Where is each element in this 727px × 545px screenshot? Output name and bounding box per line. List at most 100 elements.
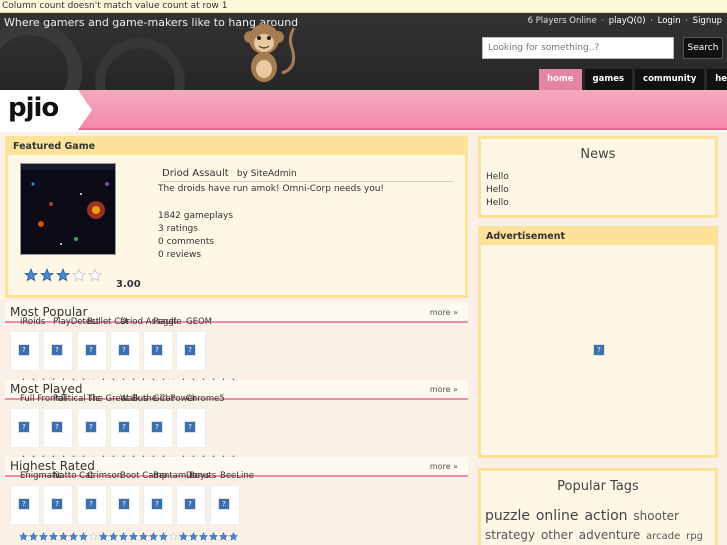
star-filled-icon bbox=[129, 532, 138, 541]
tab-home[interactable]: home bbox=[539, 69, 582, 90]
game-title[interactable]: BeeLine bbox=[220, 471, 268, 481]
site-logo[interactable]: pjio bbox=[8, 93, 59, 123]
star-empty-icon bbox=[89, 532, 98, 541]
search-button[interactable]: Search bbox=[683, 37, 723, 59]
star-filled-icon bbox=[19, 532, 28, 541]
news-panel: News Hello Hello Hello bbox=[478, 136, 718, 218]
tags-heading: Popular Tags bbox=[557, 479, 639, 494]
tag-link[interactable]: action bbox=[584, 508, 627, 524]
signup-link[interactable]: Signup bbox=[693, 16, 722, 26]
news-item[interactable]: Hello bbox=[481, 184, 715, 197]
game-tile[interactable]: ? bbox=[77, 331, 107, 371]
game-tile[interactable]: ? bbox=[43, 485, 73, 525]
tag-link[interactable]: adventure bbox=[579, 528, 640, 542]
featured-game-title[interactable]: Driod Assault bbox=[162, 168, 229, 179]
tag-link[interactable]: rpg bbox=[686, 531, 703, 542]
game-tile[interactable]: ? bbox=[176, 331, 206, 371]
star-filled-icon bbox=[29, 532, 38, 541]
game-tile[interactable]: ? bbox=[110, 485, 140, 525]
game-title[interactable]: Chrome5 bbox=[186, 394, 234, 404]
news-item[interactable]: Hello bbox=[481, 171, 715, 184]
error-message: Column count doesn't match value count a… bbox=[0, 0, 727, 13]
game-tile[interactable]: ? bbox=[77, 408, 107, 448]
more-link[interactable]: more » bbox=[430, 380, 458, 399]
advertisement-heading: Advertisement bbox=[481, 229, 715, 245]
broken-image-icon: ? bbox=[184, 344, 196, 356]
most-popular-section: Most Popular more » ? iRoids? PlayDetect? B… bbox=[5, 303, 468, 387]
broken-image-icon: ? bbox=[184, 421, 196, 433]
broken-image-icon: ? bbox=[118, 421, 130, 433]
star-filled-icon bbox=[24, 268, 38, 282]
main-content: Featured Game Driod Assault by SiteAdmin… bbox=[0, 132, 727, 545]
monkey-mascot-icon bbox=[244, 24, 296, 82]
tag-link[interactable]: online bbox=[536, 508, 579, 524]
tag-link[interactable]: arcade bbox=[646, 531, 680, 542]
featured-rating-stars[interactable] bbox=[24, 268, 102, 282]
broken-image-icon: ? bbox=[151, 498, 163, 510]
main-nav: home games community help bbox=[539, 69, 727, 90]
game-tile[interactable]: ? bbox=[10, 331, 40, 371]
tab-games[interactable]: games bbox=[584, 69, 633, 90]
game-tile[interactable]: ? bbox=[43, 331, 73, 371]
playq-link[interactable]: playQ(0) bbox=[609, 16, 646, 26]
reviews-count: 0 reviews bbox=[158, 250, 202, 260]
game-tile[interactable]: ? bbox=[10, 408, 40, 448]
game-tile[interactable]: ? bbox=[143, 408, 173, 448]
login-link[interactable]: Login bbox=[658, 16, 681, 26]
tag-cloud: puzzle online action shooter strategy ot… bbox=[481, 503, 715, 545]
site-header: Where gamers and game-makers like to han… bbox=[0, 13, 727, 90]
game-screenshot-image bbox=[21, 164, 115, 254]
broken-image-icon: ? bbox=[85, 498, 97, 510]
star-filled-icon bbox=[39, 532, 48, 541]
tab-community[interactable]: community bbox=[635, 69, 705, 90]
broken-image-icon: ? bbox=[51, 498, 63, 510]
broken-image-icon: ? bbox=[151, 344, 163, 356]
star-empty-icon bbox=[72, 268, 86, 282]
broken-image-icon: ? bbox=[118, 498, 130, 510]
tag-link[interactable]: shooter bbox=[633, 509, 679, 523]
featured-game-author: by SiteAdmin bbox=[236, 169, 297, 179]
star-filled-icon bbox=[219, 532, 228, 541]
broken-image-icon: ? bbox=[151, 421, 163, 433]
tag-link[interactable]: puzzle bbox=[485, 508, 530, 524]
featured-rating-score: 3.00 bbox=[116, 279, 141, 290]
star-filled-icon bbox=[59, 532, 68, 541]
most-played-section: Most Played more » ? Full Frontal? Politic… bbox=[5, 380, 468, 464]
game-tile[interactable]: ? bbox=[110, 408, 140, 448]
game-tile[interactable]: ? bbox=[143, 331, 173, 371]
featured-title-line: Driod Assault by SiteAdmin bbox=[161, 168, 453, 182]
game-tile[interactable]: ? bbox=[110, 331, 140, 371]
game-tile[interactable]: ? bbox=[143, 485, 173, 525]
tab-help[interactable]: help bbox=[707, 69, 727, 90]
game-grid: ? Full Frontal? Political Tic? The Great Bu… bbox=[5, 394, 468, 464]
game-title[interactable]: GEOM bbox=[186, 317, 234, 327]
star-empty-icon bbox=[169, 532, 178, 541]
news-item[interactable]: Hello bbox=[481, 197, 715, 210]
game-tile[interactable]: ? bbox=[10, 485, 40, 525]
game-tile[interactable]: ? bbox=[77, 485, 107, 525]
star-filled-icon bbox=[189, 532, 198, 541]
broken-image-icon: ? bbox=[85, 344, 97, 356]
tag-link[interactable]: strategy bbox=[485, 528, 535, 542]
broken-image-icon: ? bbox=[218, 498, 230, 510]
broken-image-icon: ? bbox=[85, 421, 97, 433]
search-input[interactable] bbox=[482, 37, 674, 59]
broken-image-icon[interactable]: ? bbox=[593, 344, 605, 356]
rating-stars-row bbox=[19, 532, 238, 541]
game-tile[interactable]: ? bbox=[43, 408, 73, 448]
game-tile[interactable]: ? bbox=[176, 485, 206, 525]
more-link[interactable]: more » bbox=[430, 303, 458, 322]
broken-image-icon: ? bbox=[18, 421, 30, 433]
tag-link[interactable]: other bbox=[541, 528, 573, 542]
game-tile[interactable]: ? bbox=[210, 485, 240, 525]
game-tile[interactable]: ? bbox=[176, 408, 206, 448]
star-filled-icon bbox=[159, 532, 168, 541]
game-grid: ? Enigmatic? Natto Cat? Crimson? Boot Camp? B… bbox=[5, 471, 468, 541]
star-filled-icon bbox=[119, 532, 128, 541]
featured-game-thumbnail[interactable] bbox=[20, 163, 116, 255]
ratings-count: 3 ratings bbox=[158, 224, 198, 234]
players-online-text: 6 Players Online bbox=[527, 16, 597, 26]
featured-description: The droids have run amok! Omni-Corp need… bbox=[158, 184, 385, 194]
more-link[interactable]: more » bbox=[430, 457, 458, 476]
broken-image-icon: ? bbox=[118, 344, 130, 356]
